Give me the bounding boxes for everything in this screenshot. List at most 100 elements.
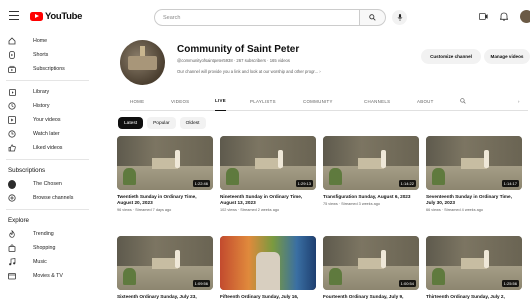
video-meta: 102 views · Streamed 2 weeks ago — [220, 208, 280, 213]
channel-description-text: Our channel will provide you a link and … — [177, 69, 319, 74]
video-title[interactable]: Fifteenth Ordinary Sunday, July 16, — [220, 294, 316, 300]
sidebar-item-music[interactable]: Music — [0, 255, 95, 269]
video-thumbnail[interactable]: 1:29:13 — [220, 136, 316, 190]
video-duration: 1:14:17 — [501, 180, 519, 187]
tab-about[interactable]: ABOUT — [417, 91, 434, 111]
video-duration: 1:29:13 — [295, 180, 313, 187]
video-thumbnail[interactable]: 1:25:56 — [426, 236, 522, 290]
video-card[interactable]: Fifteenth Ordinary Sunday, July 16, — [220, 236, 316, 300]
sidebar-item-shorts[interactable]: Shorts — [0, 48, 95, 62]
sidebar-item-your-videos[interactable]: Your videos — [0, 113, 95, 127]
video-thumbnail[interactable]: 1:22:46 — [117, 136, 213, 190]
browse-channels-icon — [8, 194, 16, 202]
video-title[interactable]: Twentieth Sunday in Ordinary Time, Augus… — [117, 194, 213, 206]
video-duration: 1:22:46 — [192, 180, 210, 187]
sidebar-item-label: History — [33, 103, 50, 109]
video-title[interactable]: Fourteenth Ordinary Sunday, July 9, — [323, 294, 419, 300]
sidebar-item-label: The Chosen — [33, 181, 62, 187]
account-avatar[interactable] — [520, 10, 530, 23]
sort-chips: Latest Popular Oldest — [118, 117, 206, 129]
channel-meta: @communityofsaintpeter5938 · 267 subscri… — [177, 58, 290, 63]
movies-icon — [8, 272, 16, 280]
sidebar-item-label: Trending — [33, 231, 54, 237]
sidebar-item-history[interactable]: History — [0, 99, 95, 113]
tab-community[interactable]: COMMUNITY — [303, 91, 333, 111]
sidebar-item-browse-channels[interactable]: Browse channels — [0, 191, 95, 205]
video-card[interactable]: 1:14:17 Seventeenth Sunday in Ordinary T… — [426, 136, 522, 212]
video-title[interactable]: Nineteenth Sunday in Ordinary Time, Augu… — [220, 194, 316, 206]
sidebar-item-label: Shopping — [33, 245, 56, 251]
your-videos-icon — [8, 116, 16, 124]
shorts-icon — [8, 51, 16, 59]
video-card[interactable]: 1:22:46 Twentieth Sunday in Ordinary Tim… — [117, 136, 213, 212]
subscriptions-heading: Subscriptions — [8, 167, 46, 174]
video-duration: 1:14:22 — [398, 180, 416, 187]
sidebar-item-label: Shorts — [33, 52, 49, 58]
video-title[interactable]: Seventeenth Sunday in Ordinary Time, Jul… — [426, 194, 522, 206]
logo-text: YouTube — [45, 11, 83, 22]
notifications-icon[interactable] — [500, 12, 508, 21]
chip-latest[interactable]: Latest — [118, 117, 144, 129]
sidebar-item-label: Liked videos — [33, 145, 63, 151]
sidebar-divider — [6, 80, 89, 81]
video-thumbnail[interactable]: 1:14:22 — [323, 136, 419, 190]
sidebar-item-movies-tv[interactable]: Movies & TV — [0, 269, 95, 283]
video-duration: 1:00:54 — [398, 280, 416, 287]
sidebar-item-shopping[interactable]: Shopping — [0, 241, 95, 255]
video-card[interactable]: 1:25:56 Thirteenth Ordinary Sunday, July… — [426, 236, 522, 300]
tab-home[interactable]: HOME — [130, 91, 144, 111]
youtube-logo[interactable]: YouTube — [30, 11, 82, 22]
video-title[interactable]: Sixteenth Ordinary Sunday, July 23, — [117, 294, 213, 300]
video-card[interactable]: 1:29:13 Nineteenth Sunday in Ordinary Ti… — [220, 136, 316, 212]
sidebar-divider — [6, 159, 89, 160]
channel-avatar[interactable] — [120, 40, 165, 85]
video-duration: 1:09:56 — [192, 280, 210, 287]
subscriptions-icon — [8, 65, 16, 73]
channel-tabs: HOME VIDEOS LIVE PLAYLISTS COMMUNITY CHA… — [120, 91, 528, 111]
manage-videos-button[interactable]: Manage videos — [484, 49, 530, 64]
sidebar-item-the-chosen[interactable]: The Chosen — [0, 177, 95, 191]
video-title[interactable]: Thirteenth Ordinary Sunday, July 2, — [426, 294, 522, 300]
video-meta: 96 views · Streamed 7 days ago — [117, 208, 172, 213]
create-video-icon[interactable] — [479, 13, 488, 20]
video-thumbnail[interactable] — [220, 236, 316, 290]
sidebar-item-trending[interactable]: Trending — [0, 227, 95, 241]
sidebar-item-watch-later[interactable]: Watch later — [0, 127, 95, 141]
menu-icon[interactable] — [9, 11, 19, 20]
video-card[interactable]: 1:14:22 Transfiguration Sunday, August 6… — [323, 136, 419, 206]
tab-playlists[interactable]: PLAYLISTS — [250, 91, 276, 111]
video-thumbnail[interactable]: 1:14:17 — [426, 136, 522, 190]
search-input[interactable]: Search — [154, 9, 360, 26]
sidebar-item-library[interactable]: Library — [0, 85, 95, 99]
music-icon — [8, 258, 16, 266]
sidebar-item-label: Browse channels — [33, 195, 74, 201]
chevron-right-icon[interactable]: › — [518, 91, 520, 111]
video-meta: 75 views · Streamed 3 weeks ago — [323, 202, 380, 207]
explore-heading: Explore — [8, 217, 29, 224]
sidebar-item-subscriptions[interactable]: Subscriptions — [0, 62, 95, 76]
channel-avatar — [8, 179, 16, 189]
tab-videos[interactable]: VIDEOS — [171, 91, 189, 111]
sidebar-item-home[interactable]: Home — [0, 34, 95, 48]
video-thumbnail[interactable]: 1:00:54 — [323, 236, 419, 290]
sidebar: Home Shorts Subscriptions Library Histor… — [0, 34, 95, 301]
sidebar-item-label: Your videos — [33, 117, 61, 123]
voice-search-button[interactable] — [392, 10, 407, 25]
sidebar-item-label: Library — [33, 89, 50, 95]
search-button[interactable] — [360, 9, 386, 26]
search-icon — [460, 98, 466, 104]
channel-description[interactable]: Our channel will provide you a link and … — [177, 69, 321, 74]
tab-channels[interactable]: CHANNELS — [364, 91, 390, 111]
video-thumbnail[interactable]: 1:09:56 — [117, 236, 213, 290]
chip-oldest[interactable]: Oldest — [179, 117, 206, 129]
tab-live[interactable]: LIVE — [215, 91, 226, 111]
customize-channel-button[interactable]: Customize channel — [421, 49, 481, 64]
video-card[interactable]: 1:09:56 Sixteenth Ordinary Sunday, July … — [117, 236, 213, 300]
channel-search-button[interactable] — [460, 91, 466, 111]
history-icon — [8, 102, 16, 110]
sidebar-item-liked-videos[interactable]: Liked videos — [0, 141, 95, 155]
search-icon — [369, 14, 376, 21]
video-card[interactable]: 1:00:54 Fourteenth Ordinary Sunday, July… — [323, 236, 419, 300]
video-title[interactable]: Transfiguration Sunday, August 6, 2023 — [323, 194, 419, 200]
chip-popular[interactable]: Popular — [147, 117, 176, 129]
